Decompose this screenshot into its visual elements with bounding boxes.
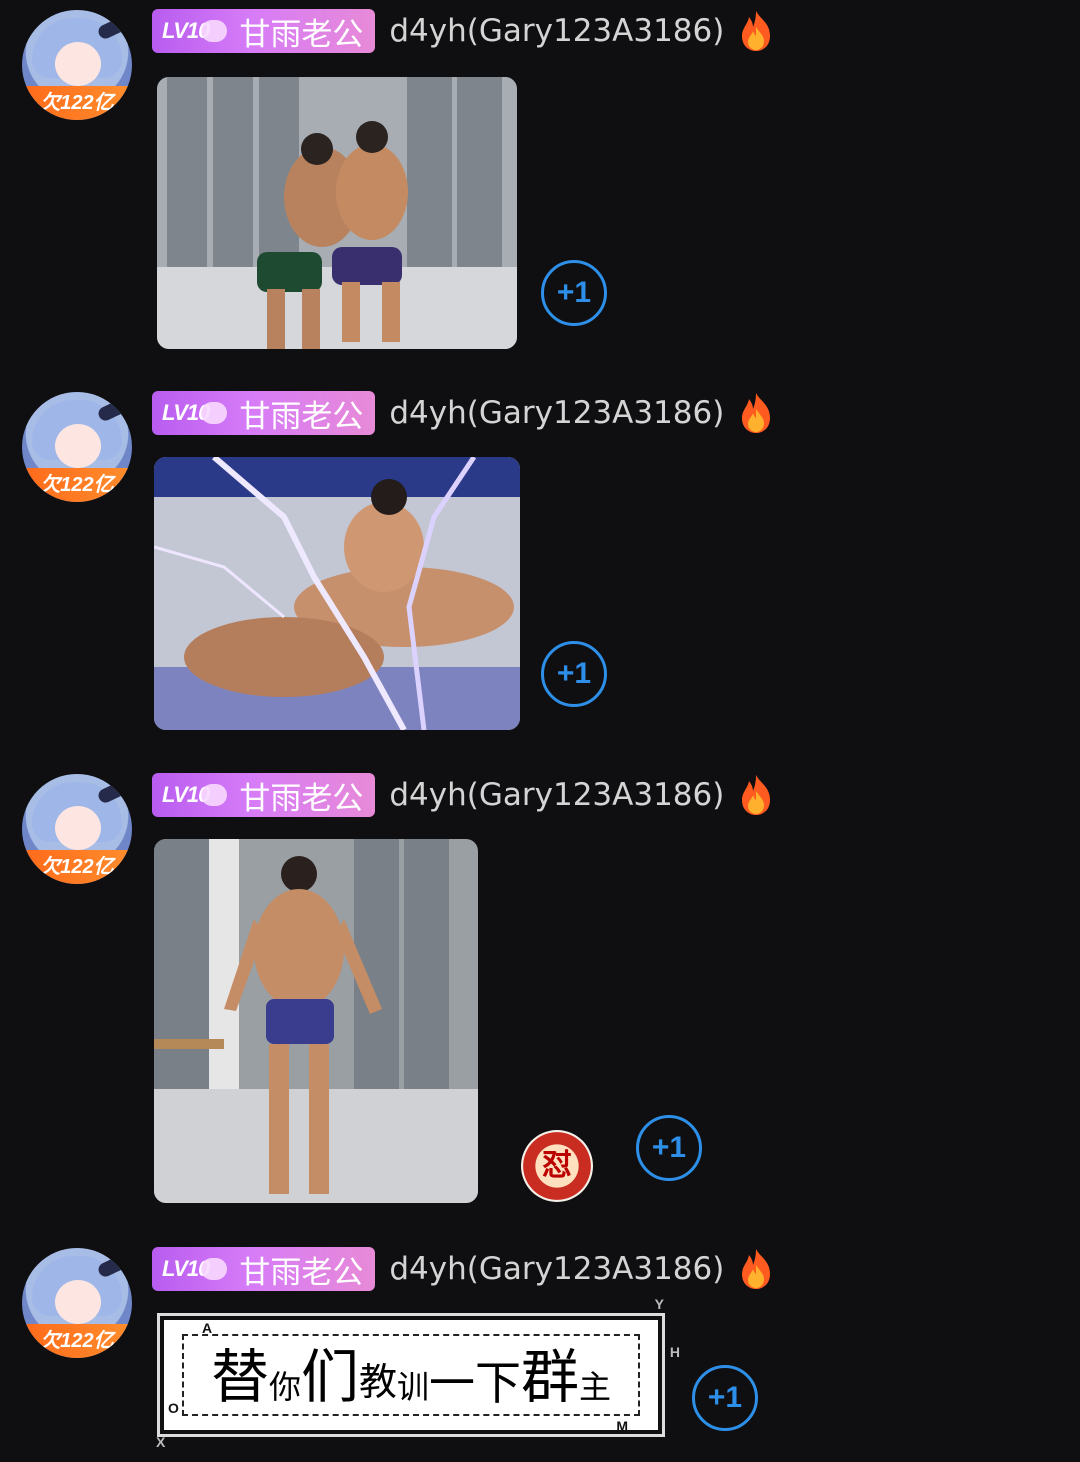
message-header: LV10 甘雨老公 d4yh(Gary123A3186) <box>152 390 776 436</box>
reaction-dui-sticker[interactable]: 怼 <box>521 1130 593 1202</box>
fire-icon <box>742 11 771 51</box>
plus-one-button[interactable]: +1 <box>636 1115 702 1181</box>
sticker-char: 们 <box>300 1343 359 1411</box>
avatar[interactable]: 欠122亿 <box>22 774 132 884</box>
plus-one-button[interactable]: +1 <box>541 260 607 326</box>
avatar-face <box>55 806 101 850</box>
plus-one-button[interactable]: +1 <box>692 1365 758 1431</box>
message-header: LV10 甘雨老公 d4yh(Gary123A3186) <box>152 8 776 54</box>
avatar-face <box>55 424 101 468</box>
avatar-badge: 欠122亿 <box>22 850 132 884</box>
message-header: LV10 甘雨老公 d4yh(Gary123A3186) <box>152 772 776 818</box>
sticker-char: 训 <box>397 1367 430 1406</box>
username[interactable]: d4yh(Gary123A3186) <box>389 777 724 813</box>
gif-image[interactable] <box>157 77 517 349</box>
avatar-face <box>55 42 101 86</box>
level-title-tag[interactable]: LV10 甘雨老公 <box>152 391 376 435</box>
username[interactable]: d4yh(Gary123A3186) <box>389 1251 724 1287</box>
posing-man-image <box>154 839 478 1203</box>
group-title: 甘雨老公 <box>239 1254 364 1291</box>
level-title-tag[interactable]: LV10 甘雨老公 <box>152 773 376 817</box>
corner-mark-x: X <box>156 1434 166 1450</box>
username[interactable]: d4yh(Gary123A3186) <box>389 13 724 49</box>
sticker-char: 你 <box>268 1367 301 1406</box>
avatar[interactable]: 欠122亿 <box>22 10 132 120</box>
level-badge-icon <box>201 1258 228 1280</box>
corner-mark-y: Y <box>654 1296 664 1312</box>
plus-one-button[interactable]: +1 <box>541 641 607 707</box>
username[interactable]: d4yh(Gary123A3186) <box>389 395 724 431</box>
avatar[interactable]: 欠122亿 <box>22 1248 132 1358</box>
avatar-badge: 欠122亿 <box>22 86 132 120</box>
avatar[interactable]: 欠122亿 <box>22 392 132 502</box>
level-badge-icon <box>201 402 228 424</box>
sticker-char: 教 <box>358 1360 397 1405</box>
avatar-badge: 欠122亿 <box>22 1324 132 1358</box>
sticker-char: 主 <box>579 1367 612 1406</box>
text-sticker[interactable]: A Y H O X M 替 你 们 教 训 一 下 群 主 <box>156 1296 680 1450</box>
corner-mark-o: O <box>168 1400 179 1416</box>
corner-mark-h: H <box>669 1344 680 1360</box>
wrestling-locker-room-image <box>157 77 517 349</box>
group-title: 甘雨老公 <box>239 780 364 817</box>
level-title-tag[interactable]: LV10 甘雨老公 <box>152 1247 376 1291</box>
fire-icon <box>742 775 771 815</box>
sticker-char: 下 <box>475 1356 522 1410</box>
fire-icon <box>742 393 771 433</box>
sticker-char: 一 <box>429 1356 476 1410</box>
sticker-char: 替 <box>210 1343 269 1411</box>
gif-image[interactable] <box>154 839 478 1203</box>
level-title-tag[interactable]: LV10 甘雨老公 <box>152 9 376 53</box>
message-header: LV10 甘雨老公 d4yh(Gary123A3186) <box>152 1246 776 1292</box>
fire-icon <box>742 1249 771 1289</box>
group-title: 甘雨老公 <box>239 16 364 53</box>
gif-image[interactable] <box>154 457 520 730</box>
level-badge-icon <box>201 20 228 42</box>
corner-mark-m: M <box>616 1418 628 1434</box>
wrestling-lightning-image <box>154 457 520 730</box>
sticker-char: 群 <box>521 1343 580 1411</box>
avatar-face <box>55 1280 101 1324</box>
level-badge-icon <box>201 784 228 806</box>
sticker-text: 替 你 们 教 训 一 下 群 主 <box>182 1334 640 1416</box>
avatar-badge: 欠122亿 <box>22 468 132 502</box>
group-title: 甘雨老公 <box>239 398 364 435</box>
